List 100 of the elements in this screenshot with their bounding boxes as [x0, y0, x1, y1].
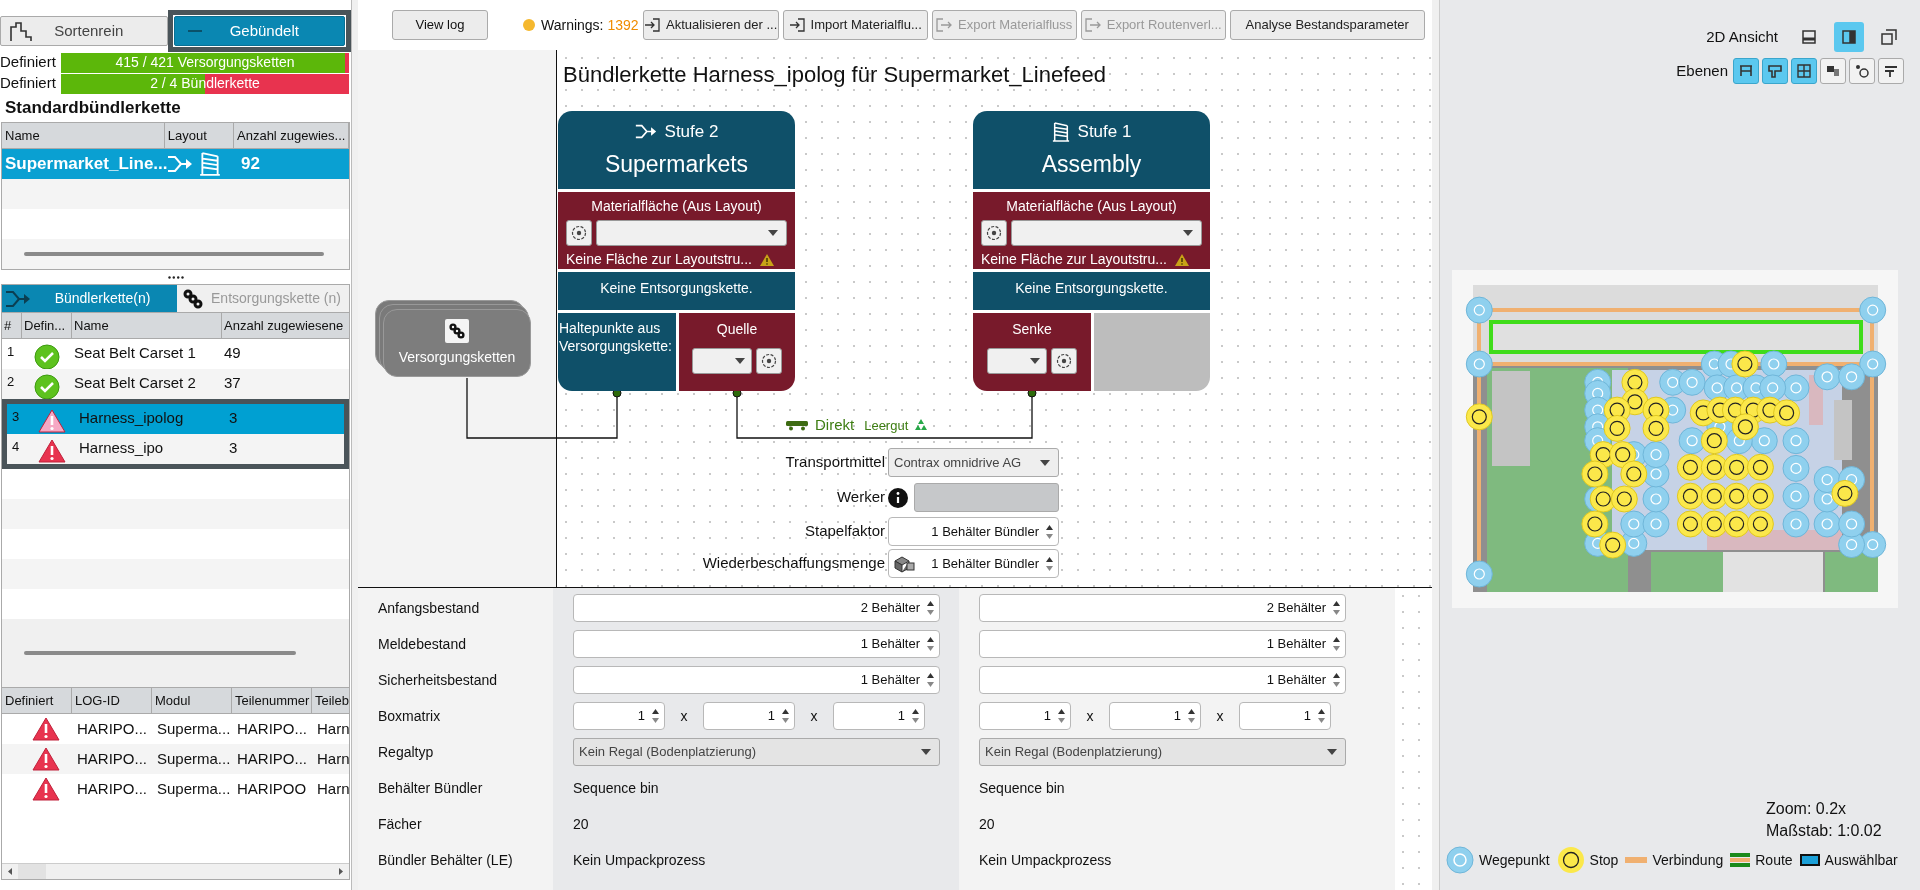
- scrollbar[interactable]: [24, 252, 324, 256]
- spin-arrows-icon[interactable]: [1045, 522, 1054, 541]
- dropdown[interactable]: Kein Regal (Bodenplatzierung): [573, 738, 940, 766]
- toolbar-button[interactable]: Import Materialflu...: [782, 10, 928, 40]
- column-header[interactable]: Anzahl zugewiesene: [222, 313, 349, 338]
- column-header[interactable]: Modul: [152, 688, 232, 713]
- spin-arrows-icon[interactable]: [926, 635, 935, 653]
- column-header[interactable]: Defin...: [22, 313, 72, 338]
- spin-field[interactable]: 1 Behälter Bündler: [888, 549, 1059, 578]
- spin-arrows-icon[interactable]: [651, 707, 660, 725]
- layer-toggle[interactable]: [1733, 58, 1759, 84]
- spin-arrows-icon[interactable]: [1332, 635, 1341, 653]
- layer-toggle[interactable]: [1762, 58, 1788, 84]
- warning-text: Keine Fläche zur Layoutstru...: [566, 250, 752, 269]
- dropdown[interactable]: Kein Regal (Bodenplatzierung): [979, 738, 1346, 766]
- spin-field[interactable]: 1 Behälter: [573, 630, 940, 658]
- view-button[interactable]: [1834, 22, 1864, 52]
- spin-arrows-icon[interactable]: [1332, 599, 1341, 617]
- target-button[interactable]: [756, 348, 782, 374]
- stage-card[interactable]: Stufe 2 Supermarkets Materialfläche (Aus Layout) Keine Fläche zur Layoutstru... Keine Entsorgungskette. Haltepunkte aus Versorgungskette: Quelle: [558, 111, 795, 391]
- column-header[interactable]: Definiert: [2, 688, 72, 713]
- source-node[interactable]: Versorgungsketten: [383, 309, 531, 377]
- spin-field[interactable]: 1 Behälter: [979, 666, 1346, 694]
- table-row[interactable]: 3 Harness_ipolog 3: [7, 404, 344, 434]
- toggle-button[interactable]: Sortenrein: [0, 16, 168, 46]
- scrollbar-thumb[interactable]: [18, 864, 46, 879]
- warning-triangle-icon: [38, 409, 66, 433]
- parameter-label: Sicherheitsbestand: [378, 670, 498, 690]
- toolbar-button[interactable]: Analyse Bestandsparameter: [1229, 10, 1425, 40]
- target-button[interactable]: [1051, 348, 1077, 374]
- table-row[interactable]: HARIPO... Superma... HARIPO... Harn: [2, 744, 349, 774]
- stage-card[interactable]: Stufe 1 Assembly Materialfläche (Aus Layout) Keine Fläche zur Layoutstru... Keine Entsorgungskette. Senke: [973, 111, 1210, 391]
- column-header[interactable]: Teilenummer: [232, 688, 312, 713]
- target-button[interactable]: [981, 220, 1007, 246]
- spin-field[interactable]: 1: [1109, 702, 1201, 730]
- recycle-icon: [914, 418, 929, 433]
- dropdown[interactable]: [692, 348, 752, 374]
- spin-arrows-icon[interactable]: [926, 671, 935, 689]
- dropdown-caret-icon: [1030, 358, 1040, 364]
- warnings-count: 1392: [607, 15, 639, 35]
- warning-triangle-icon: [32, 717, 60, 741]
- target-icon: [1056, 353, 1072, 369]
- column-header[interactable]: Name: [72, 313, 222, 338]
- tab[interactable]: Bündlerkette(n): [2, 285, 177, 312]
- spin-arrows-icon[interactable]: [911, 707, 920, 725]
- layer-toggle[interactable]: [1878, 58, 1904, 84]
- splitter-handle-icon[interactable]: [167, 275, 184, 279]
- parameter-label: Behälter Bündler: [378, 778, 483, 798]
- spin-field[interactable]: 1 Behälter Bündler: [888, 517, 1059, 546]
- layout-icon: [1840, 28, 1858, 46]
- layer-toggle[interactable]: [1849, 58, 1875, 84]
- layer-toggle[interactable]: [1791, 58, 1817, 84]
- column-header[interactable]: #: [2, 313, 22, 338]
- spin-arrows-icon[interactable]: [1057, 707, 1066, 725]
- parameter-value: Kein Umpackprozess: [979, 850, 1112, 870]
- spin-field[interactable]: 2 Behälter: [979, 594, 1346, 622]
- toolbar-button[interactable]: Aktualisieren der ...: [642, 10, 779, 40]
- layer-toggle[interactable]: [1820, 58, 1846, 84]
- target-button[interactable]: [566, 220, 592, 246]
- parameter-value: Sequence bin: [979, 778, 1065, 798]
- section-title: Standardbündlerkette: [4, 96, 182, 119]
- minus-icon: [187, 29, 202, 33]
- warning-icon: [1175, 253, 1189, 266]
- table-row[interactable]: 4 Harness_ipo 3: [7, 434, 344, 464]
- spin-field[interactable]: 1: [573, 702, 665, 730]
- dropdown[interactable]: [987, 348, 1047, 374]
- warning-triangle-icon: [32, 777, 60, 801]
- spin-arrows-icon[interactable]: [1332, 671, 1341, 689]
- parameter-label: Boxmatrix: [378, 706, 441, 726]
- spin-arrows-icon[interactable]: [1045, 554, 1054, 573]
- spin-field[interactable]: 1 Behälter: [979, 630, 1346, 658]
- toggle-button[interactable]: Gebündelt: [173, 16, 345, 46]
- spin-field[interactable]: 2 Behälter: [573, 594, 940, 622]
- dropdown[interactable]: Contrax omnidrive AG: [888, 448, 1059, 477]
- column-header[interactable]: LOG-ID: [72, 688, 152, 713]
- warning-triangle-icon: [38, 439, 66, 463]
- spin-arrows-icon[interactable]: [1317, 707, 1326, 725]
- scrollbar[interactable]: [24, 651, 296, 655]
- spin-field[interactable]: 1: [833, 702, 925, 730]
- spin-field[interactable]: 1: [979, 702, 1071, 730]
- column-header[interactable]: Name: [2, 123, 165, 148]
- column-header[interactable]: Anzahl zugewies...: [234, 123, 349, 148]
- check-circle-icon: [34, 344, 60, 370]
- target-icon: [571, 225, 587, 241]
- transport-label: Direkt: [815, 415, 855, 435]
- spin-arrows-icon[interactable]: [781, 707, 790, 725]
- spin-arrows-icon[interactable]: [1187, 707, 1196, 725]
- layer-icon: [1795, 62, 1813, 80]
- table-row[interactable]: 2 Seat Belt Carset 2 37: [2, 369, 349, 399]
- field-label: Werker: [836, 487, 885, 508]
- chain-link-icon: [183, 288, 203, 309]
- view-log-button[interactable]: View log: [392, 10, 488, 40]
- spin-arrows-icon[interactable]: [926, 599, 935, 617]
- spin-field[interactable]: 1: [703, 702, 795, 730]
- spin-field[interactable]: 1 Behälter: [573, 666, 940, 694]
- spin-field[interactable]: 1: [1239, 702, 1331, 730]
- column-header[interactable]: Layout: [164, 123, 234, 148]
- horizontal-scrollbar[interactable]: [2, 863, 349, 879]
- zoom-label: Zoom: 0.2x: [1766, 799, 1848, 819]
- scale-label: Maßstab: 1:0.02: [1766, 821, 1883, 841]
